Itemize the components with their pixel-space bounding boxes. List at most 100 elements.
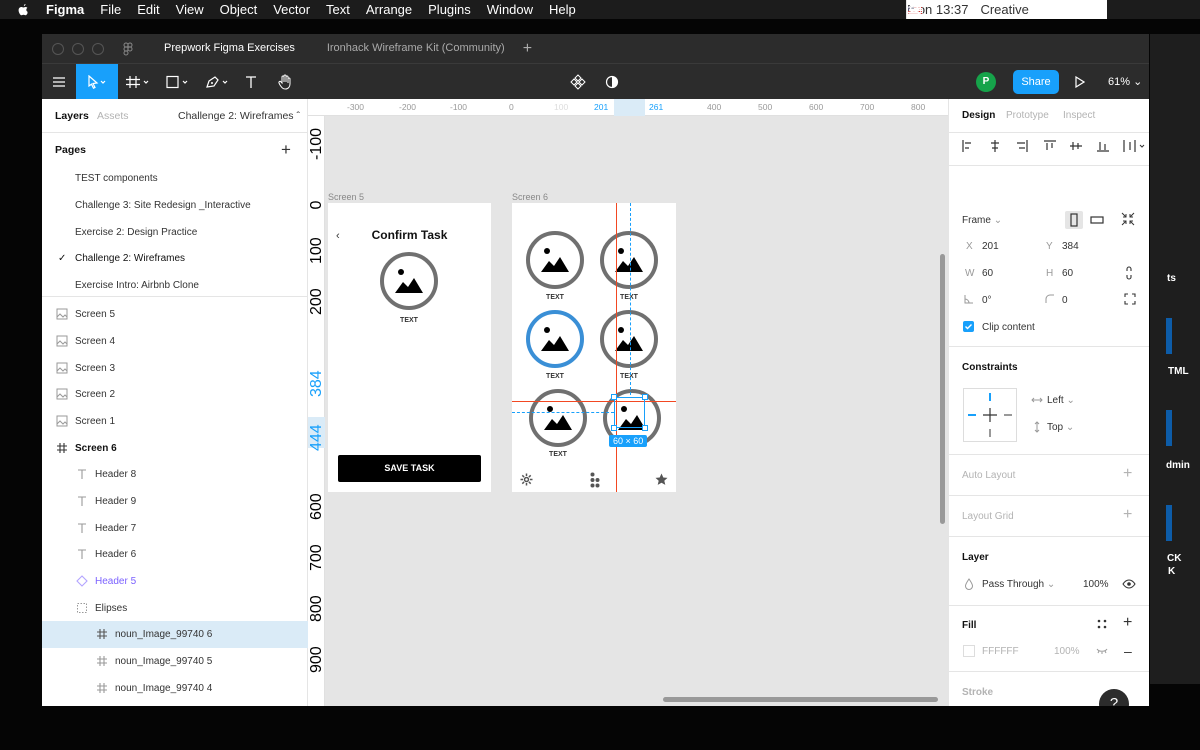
menubar-user[interactable]: Creative xyxy=(980,2,1028,17)
image-placeholder-circle[interactable] xyxy=(526,231,584,289)
menu-plugins[interactable]: Plugins xyxy=(428,2,471,17)
add-page-button[interactable]: + xyxy=(281,140,291,160)
tab-inspect[interactable]: Inspect xyxy=(1063,110,1095,121)
tab-prepwork-figma-exercises[interactable]: Prepwork Figma Exercises xyxy=(148,34,311,63)
vertical-constraint-dropdown[interactable]: Top ⌄ xyxy=(1047,422,1074,433)
help-button[interactable]: ? xyxy=(1099,689,1129,706)
menu-app-figma[interactable]: Figma xyxy=(46,2,84,17)
theme-toggle-button[interactable] xyxy=(602,64,622,100)
layer-row[interactable]: Screen 3 xyxy=(42,355,308,382)
resize-handle[interactable] xyxy=(642,425,648,431)
resize-to-fit-icon[interactable] xyxy=(1121,212,1135,226)
menu-view[interactable]: View xyxy=(176,2,204,17)
horizontal-scrollbar[interactable] xyxy=(663,697,938,702)
tab-ironhack-wireframe-kit[interactable]: Ironhack Wireframe Kit (Community) xyxy=(311,34,521,63)
resize-handle[interactable] xyxy=(611,394,617,400)
fill-color-swatch[interactable] xyxy=(963,645,975,657)
page-item[interactable]: Exercise 2: Design Practice xyxy=(75,227,197,238)
landscape-icon[interactable] xyxy=(1088,211,1106,229)
image-placeholder-circle-hovered[interactable] xyxy=(526,310,584,368)
frame-screen6[interactable]: TEXT TEXT TEXT TEXT TEXT xyxy=(512,203,676,492)
height-input[interactable]: 60 xyxy=(1062,268,1073,279)
layer-row[interactable]: Screen 5 xyxy=(42,301,308,328)
y-input[interactable]: 384 xyxy=(1062,241,1079,252)
frame-tool-button[interactable] xyxy=(118,64,158,100)
tab-design[interactable]: Design xyxy=(962,110,995,121)
layer-row[interactable]: Header 9 xyxy=(42,488,308,515)
fill-styles-icon[interactable] xyxy=(1097,619,1107,629)
remove-fill-button[interactable]: – xyxy=(1124,643,1132,659)
menu-edit[interactable]: Edit xyxy=(137,2,159,17)
layer-row[interactable]: Screen 6 xyxy=(42,435,308,462)
layer-row[interactable]: Screen 4 xyxy=(42,328,308,355)
hidden-eye-icon[interactable] xyxy=(1096,648,1108,654)
resize-handle[interactable] xyxy=(642,394,648,400)
window-close-button[interactable] xyxy=(52,42,64,55)
layer-row[interactable]: Header 6 xyxy=(42,541,308,568)
fill-opacity-input[interactable]: 100% xyxy=(1054,646,1080,657)
frame-type-dropdown[interactable]: Frame ⌄ xyxy=(962,215,1002,226)
clip-content-checkbox[interactable] xyxy=(963,321,974,332)
blend-mode-dropdown[interactable]: Pass Through ⌄ xyxy=(982,579,1055,590)
menu-object[interactable]: Object xyxy=(220,2,258,17)
control-center-icon[interactable] xyxy=(907,4,923,16)
tab-layers[interactable]: Layers xyxy=(55,110,89,122)
hand-tool-button[interactable] xyxy=(270,64,300,100)
menu-text[interactable]: Text xyxy=(326,2,350,17)
menu-vector[interactable]: Vector xyxy=(273,2,310,17)
frame-label-screen5[interactable]: Screen 5 xyxy=(328,192,364,202)
alignment-toolbar[interactable] xyxy=(961,139,1149,153)
shape-tool-button[interactable] xyxy=(158,64,198,100)
layer-row[interactable]: noun_Image_99740 4 xyxy=(42,675,308,702)
share-button[interactable]: Share xyxy=(1013,70,1059,94)
page-item[interactable]: Exercise Intro: Airbnb Clone xyxy=(75,280,199,291)
window-minimize-button[interactable] xyxy=(72,42,84,55)
page-switcher[interactable]: Challenge 2: Wireframes ˆ xyxy=(178,110,300,122)
layer-row[interactable]: Header 8 xyxy=(42,461,308,488)
menu-help[interactable]: Help xyxy=(549,2,576,17)
eye-icon[interactable] xyxy=(1122,579,1136,589)
add-fill-button[interactable]: + xyxy=(1123,614,1132,632)
x-input[interactable]: 201 xyxy=(982,241,999,252)
layer-row[interactable]: Header 5 xyxy=(42,568,308,595)
text-tool-button[interactable] xyxy=(238,64,264,100)
tab-prototype[interactable]: Prototype xyxy=(1006,110,1049,121)
page-item[interactable]: Challenge 3: Site Redesign _Interactive xyxy=(75,200,251,211)
components-button[interactable] xyxy=(568,64,588,100)
apple-icon[interactable] xyxy=(16,3,30,17)
rotation-input[interactable]: 0° xyxy=(982,295,992,306)
move-tool-button[interactable] xyxy=(76,64,118,100)
constraints-widget[interactable] xyxy=(963,388,1017,442)
layer-row[interactable]: Screen 2 xyxy=(42,381,308,408)
layer-row[interactable]: Header 7 xyxy=(42,515,308,542)
layer-row[interactable]: noun_Image_99740 5 xyxy=(42,648,308,675)
canvas[interactable]: -300 -200 -100 0 100 201 261 400 500 600… xyxy=(308,99,948,706)
image-placeholder-circle[interactable] xyxy=(600,310,658,368)
window-zoom-button[interactable] xyxy=(92,42,104,55)
frame-screen5[interactable]: ‹ Confirm Task TEXT SAVE TASK xyxy=(328,203,491,492)
layer-row[interactable]: Screen 1 xyxy=(42,408,308,435)
layer-row[interactable]: Elipses xyxy=(42,595,308,622)
frame-label-screen6[interactable]: Screen 6 xyxy=(512,192,548,202)
layer-row-selected[interactable]: noun_Image_99740 6 xyxy=(42,621,308,648)
constrain-proportions-icon[interactable] xyxy=(1125,266,1133,280)
figma-home-icon[interactable] xyxy=(122,42,134,56)
portrait-orientation-button[interactable] xyxy=(1065,211,1083,229)
radius-input[interactable]: 0 xyxy=(1062,295,1068,306)
menu-arrange[interactable]: Arrange xyxy=(366,2,412,17)
resize-handle[interactable] xyxy=(611,425,617,431)
horizontal-constraint-dropdown[interactable]: Left ⌄ xyxy=(1047,395,1075,406)
main-menu-button[interactable] xyxy=(42,64,76,100)
new-tab-button[interactable]: + xyxy=(523,40,532,58)
page-item-current[interactable]: Challenge 2: Wireframes xyxy=(75,253,185,264)
present-button[interactable] xyxy=(1072,64,1088,100)
image-placeholder-circle[interactable] xyxy=(529,389,587,447)
fill-hex-input[interactable]: FFFFFF xyxy=(982,646,1019,657)
vertical-scrollbar[interactable] xyxy=(940,254,945,524)
add-auto-layout-button[interactable]: + xyxy=(1123,465,1132,483)
menu-window[interactable]: Window xyxy=(487,2,533,17)
tab-assets[interactable]: Assets xyxy=(97,110,129,122)
independent-corners-icon[interactable] xyxy=(1124,293,1136,305)
image-placeholder-circle[interactable] xyxy=(600,231,658,289)
zoom-dropdown[interactable]: 61% ⌄ xyxy=(1108,64,1142,100)
